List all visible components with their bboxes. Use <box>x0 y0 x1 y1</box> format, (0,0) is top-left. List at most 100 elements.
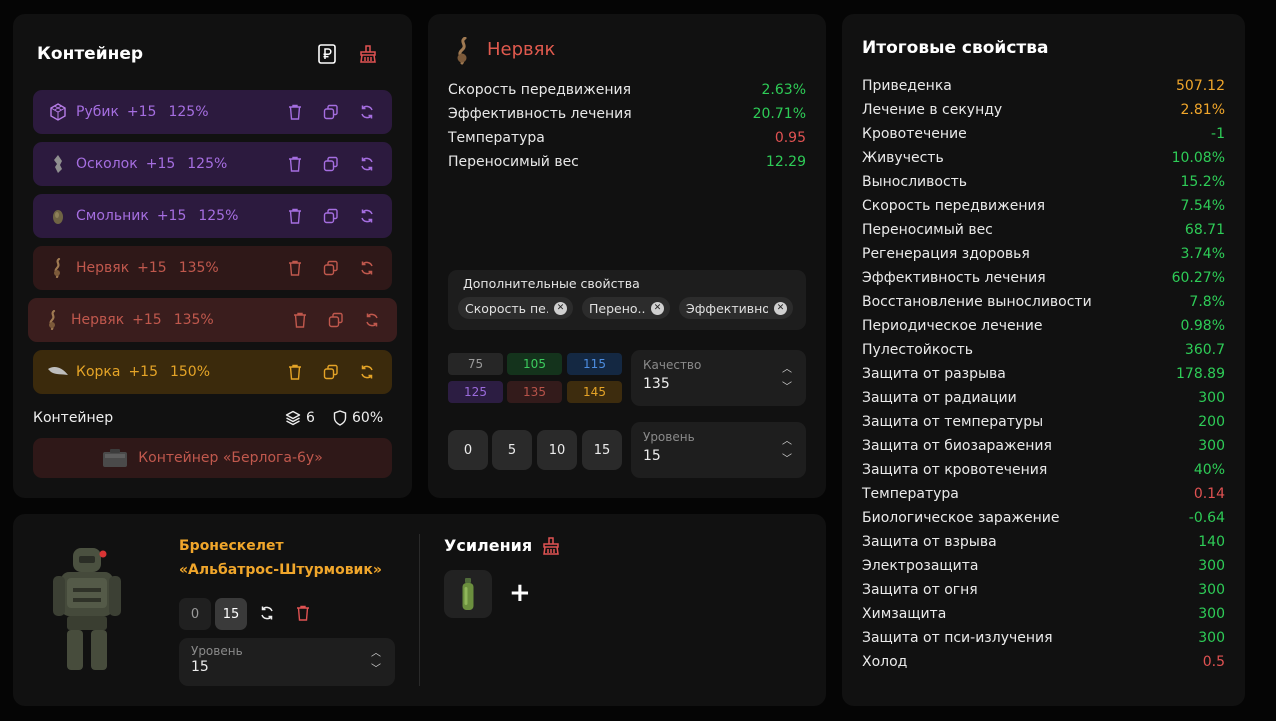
trash-icon[interactable] <box>284 153 306 175</box>
broom-icon[interactable] <box>357 43 379 65</box>
artifact-stat: Переносимый вес 12.29 <box>448 154 806 170</box>
total-property-row: Защита от пси-излучения 300 <box>862 630 1225 646</box>
copy-icon[interactable] <box>320 153 342 175</box>
total-property-label: Защита от биозаражения <box>862 438 1052 454</box>
artifact-row[interactable]: Нервяк +15 135% <box>33 246 392 290</box>
refresh-icon[interactable] <box>356 257 378 279</box>
total-property-row: Живучесть 10.08% <box>862 150 1225 166</box>
bottle-icon <box>462 578 474 610</box>
armor-level-label: Уровень <box>191 644 243 658</box>
total-property-value: 15.2% <box>1180 174 1225 190</box>
trash-icon[interactable] <box>284 101 306 123</box>
total-property-value: 7.8% <box>1189 294 1225 310</box>
refresh-icon[interactable] <box>356 101 378 123</box>
artifact-name: Осколок <box>76 156 138 172</box>
total-property-label: Защита от температуры <box>862 414 1044 430</box>
artifact-upgrade: +15 <box>126 104 157 120</box>
property-chip[interactable]: Перено... ✕ <box>582 297 670 319</box>
chevron-down-icon[interactable]: ﹀ <box>782 450 792 465</box>
total-property-label: Защита от разрыва <box>862 366 1006 382</box>
chevron-down-icon[interactable]: ﹀ <box>782 378 792 393</box>
copy-icon[interactable] <box>320 361 342 383</box>
quality-option[interactable]: 75 <box>448 353 503 375</box>
container-select-button[interactable]: Контейнер «Берлога-6у» <box>33 438 392 478</box>
quality-option[interactable]: 145 <box>567 381 622 403</box>
artifact-row[interactable]: Смольник +15 125% <box>33 194 392 238</box>
quality-select[interactable]: Качество 135 ︿ ﹀ <box>631 350 806 406</box>
total-property-value: 300 <box>1198 390 1225 406</box>
armor-exoskeleton-icon <box>51 544 123 678</box>
copy-icon[interactable] <box>320 257 342 279</box>
chevron-up-icon[interactable]: ︿ <box>782 432 792 447</box>
property-chip[interactable]: Скорость пе...✕ <box>458 297 573 319</box>
refresh-icon[interactable] <box>259 605 275 625</box>
refresh-icon[interactable] <box>356 361 378 383</box>
ruble-icon[interactable] <box>316 43 338 65</box>
level-select[interactable]: Уровень 15 ︿ ﹀ <box>631 422 806 478</box>
armor-level-select[interactable]: Уровень 15 ︿ ﹀ <box>179 638 395 686</box>
total-property-value: 0.98% <box>1180 318 1225 334</box>
total-property-row: Регенерация здоровья 3.74% <box>862 246 1225 262</box>
trash-icon[interactable] <box>284 361 306 383</box>
artifact-row[interactable]: Рубик +15 125% <box>33 90 392 134</box>
copy-icon[interactable] <box>320 101 342 123</box>
total-property-row: Биологическое заражение -0.64 <box>862 510 1225 526</box>
chevron-up-icon[interactable]: ︿ <box>782 360 792 375</box>
chevron-up-icon[interactable]: ︿ <box>371 644 381 659</box>
artifact-name: Нервяк <box>71 312 125 328</box>
close-icon[interactable]: ✕ <box>651 301 664 315</box>
total-property-row: Периодическое лечение 0.98% <box>862 318 1225 334</box>
add-boost-button[interactable]: + <box>509 578 531 608</box>
artifact-row[interactable]: Осколок +15 125% <box>33 142 392 186</box>
close-icon[interactable]: ✕ <box>554 301 567 315</box>
broom-icon[interactable] <box>541 536 561 560</box>
trash-icon[interactable] <box>289 309 311 331</box>
total-property-row: Защита от разрыва 178.89 <box>862 366 1225 382</box>
close-icon[interactable]: ✕ <box>774 301 787 315</box>
refresh-icon[interactable] <box>356 205 378 227</box>
total-property-label: Лечение в секунду <box>862 102 1003 118</box>
total-property-value: 300 <box>1198 438 1225 454</box>
total-property-label: Защита от огня <box>862 582 978 598</box>
quality-option[interactable]: 105 <box>507 353 562 375</box>
trash-icon[interactable] <box>296 605 310 625</box>
trash-icon[interactable] <box>284 205 306 227</box>
armor-level-button-active[interactable]: 15 <box>215 598 247 630</box>
extra-properties-box: Дополнительные свойства Скорость пе...✕ … <box>448 270 806 330</box>
container-title: Контейнер <box>37 44 144 64</box>
level-button[interactable]: 5 <box>492 430 532 470</box>
total-property-row: Пулестойкость 360.7 <box>862 342 1225 358</box>
total-property-value: 60.27% <box>1171 270 1225 286</box>
total-property-label: Регенерация здоровья <box>862 246 1030 262</box>
property-chip[interactable]: Эффективно...✕ <box>679 297 793 319</box>
refresh-icon[interactable] <box>356 153 378 175</box>
quality-option[interactable]: 115 <box>567 353 622 375</box>
copy-icon[interactable] <box>320 205 342 227</box>
copy-icon[interactable] <box>325 309 347 331</box>
level-button[interactable]: 10 <box>537 430 577 470</box>
korka-artifact-icon <box>43 350 73 394</box>
level-label: Уровень <box>643 430 695 444</box>
artifact-percent: 125% <box>168 104 209 120</box>
quality-value: 135 <box>643 376 670 392</box>
level-button[interactable]: 0 <box>448 430 488 470</box>
total-property-row: Эффективность лечения 60.27% <box>862 270 1225 286</box>
container-protection: 60% <box>333 410 383 426</box>
refresh-icon[interactable] <box>361 309 383 331</box>
trash-icon[interactable] <box>284 257 306 279</box>
total-property-label: Выносливость <box>862 174 968 190</box>
quality-option[interactable]: 135 <box>507 381 562 403</box>
total-property-label: Защита от кровотечения <box>862 462 1048 478</box>
quality-option[interactable]: 125 <box>448 381 503 403</box>
artifact-row[interactable]: Корка +15 150% <box>33 350 392 394</box>
armor-level-button[interactable]: 0 <box>179 598 211 630</box>
boost-slot[interactable] <box>444 570 492 618</box>
oskolok-artifact-icon <box>43 142 73 186</box>
artifact-stat: Эффективность лечения 20.71% <box>448 106 806 122</box>
total-property-value: 360.7 <box>1184 342 1225 358</box>
level-button[interactable]: 15 <box>582 430 622 470</box>
chevron-down-icon[interactable]: ﹀ <box>371 660 381 675</box>
shield-icon <box>333 410 347 426</box>
total-property-value: 0.5 <box>1202 654 1225 670</box>
artifact-row-selected[interactable]: Нервяк +15 135% <box>28 298 397 342</box>
